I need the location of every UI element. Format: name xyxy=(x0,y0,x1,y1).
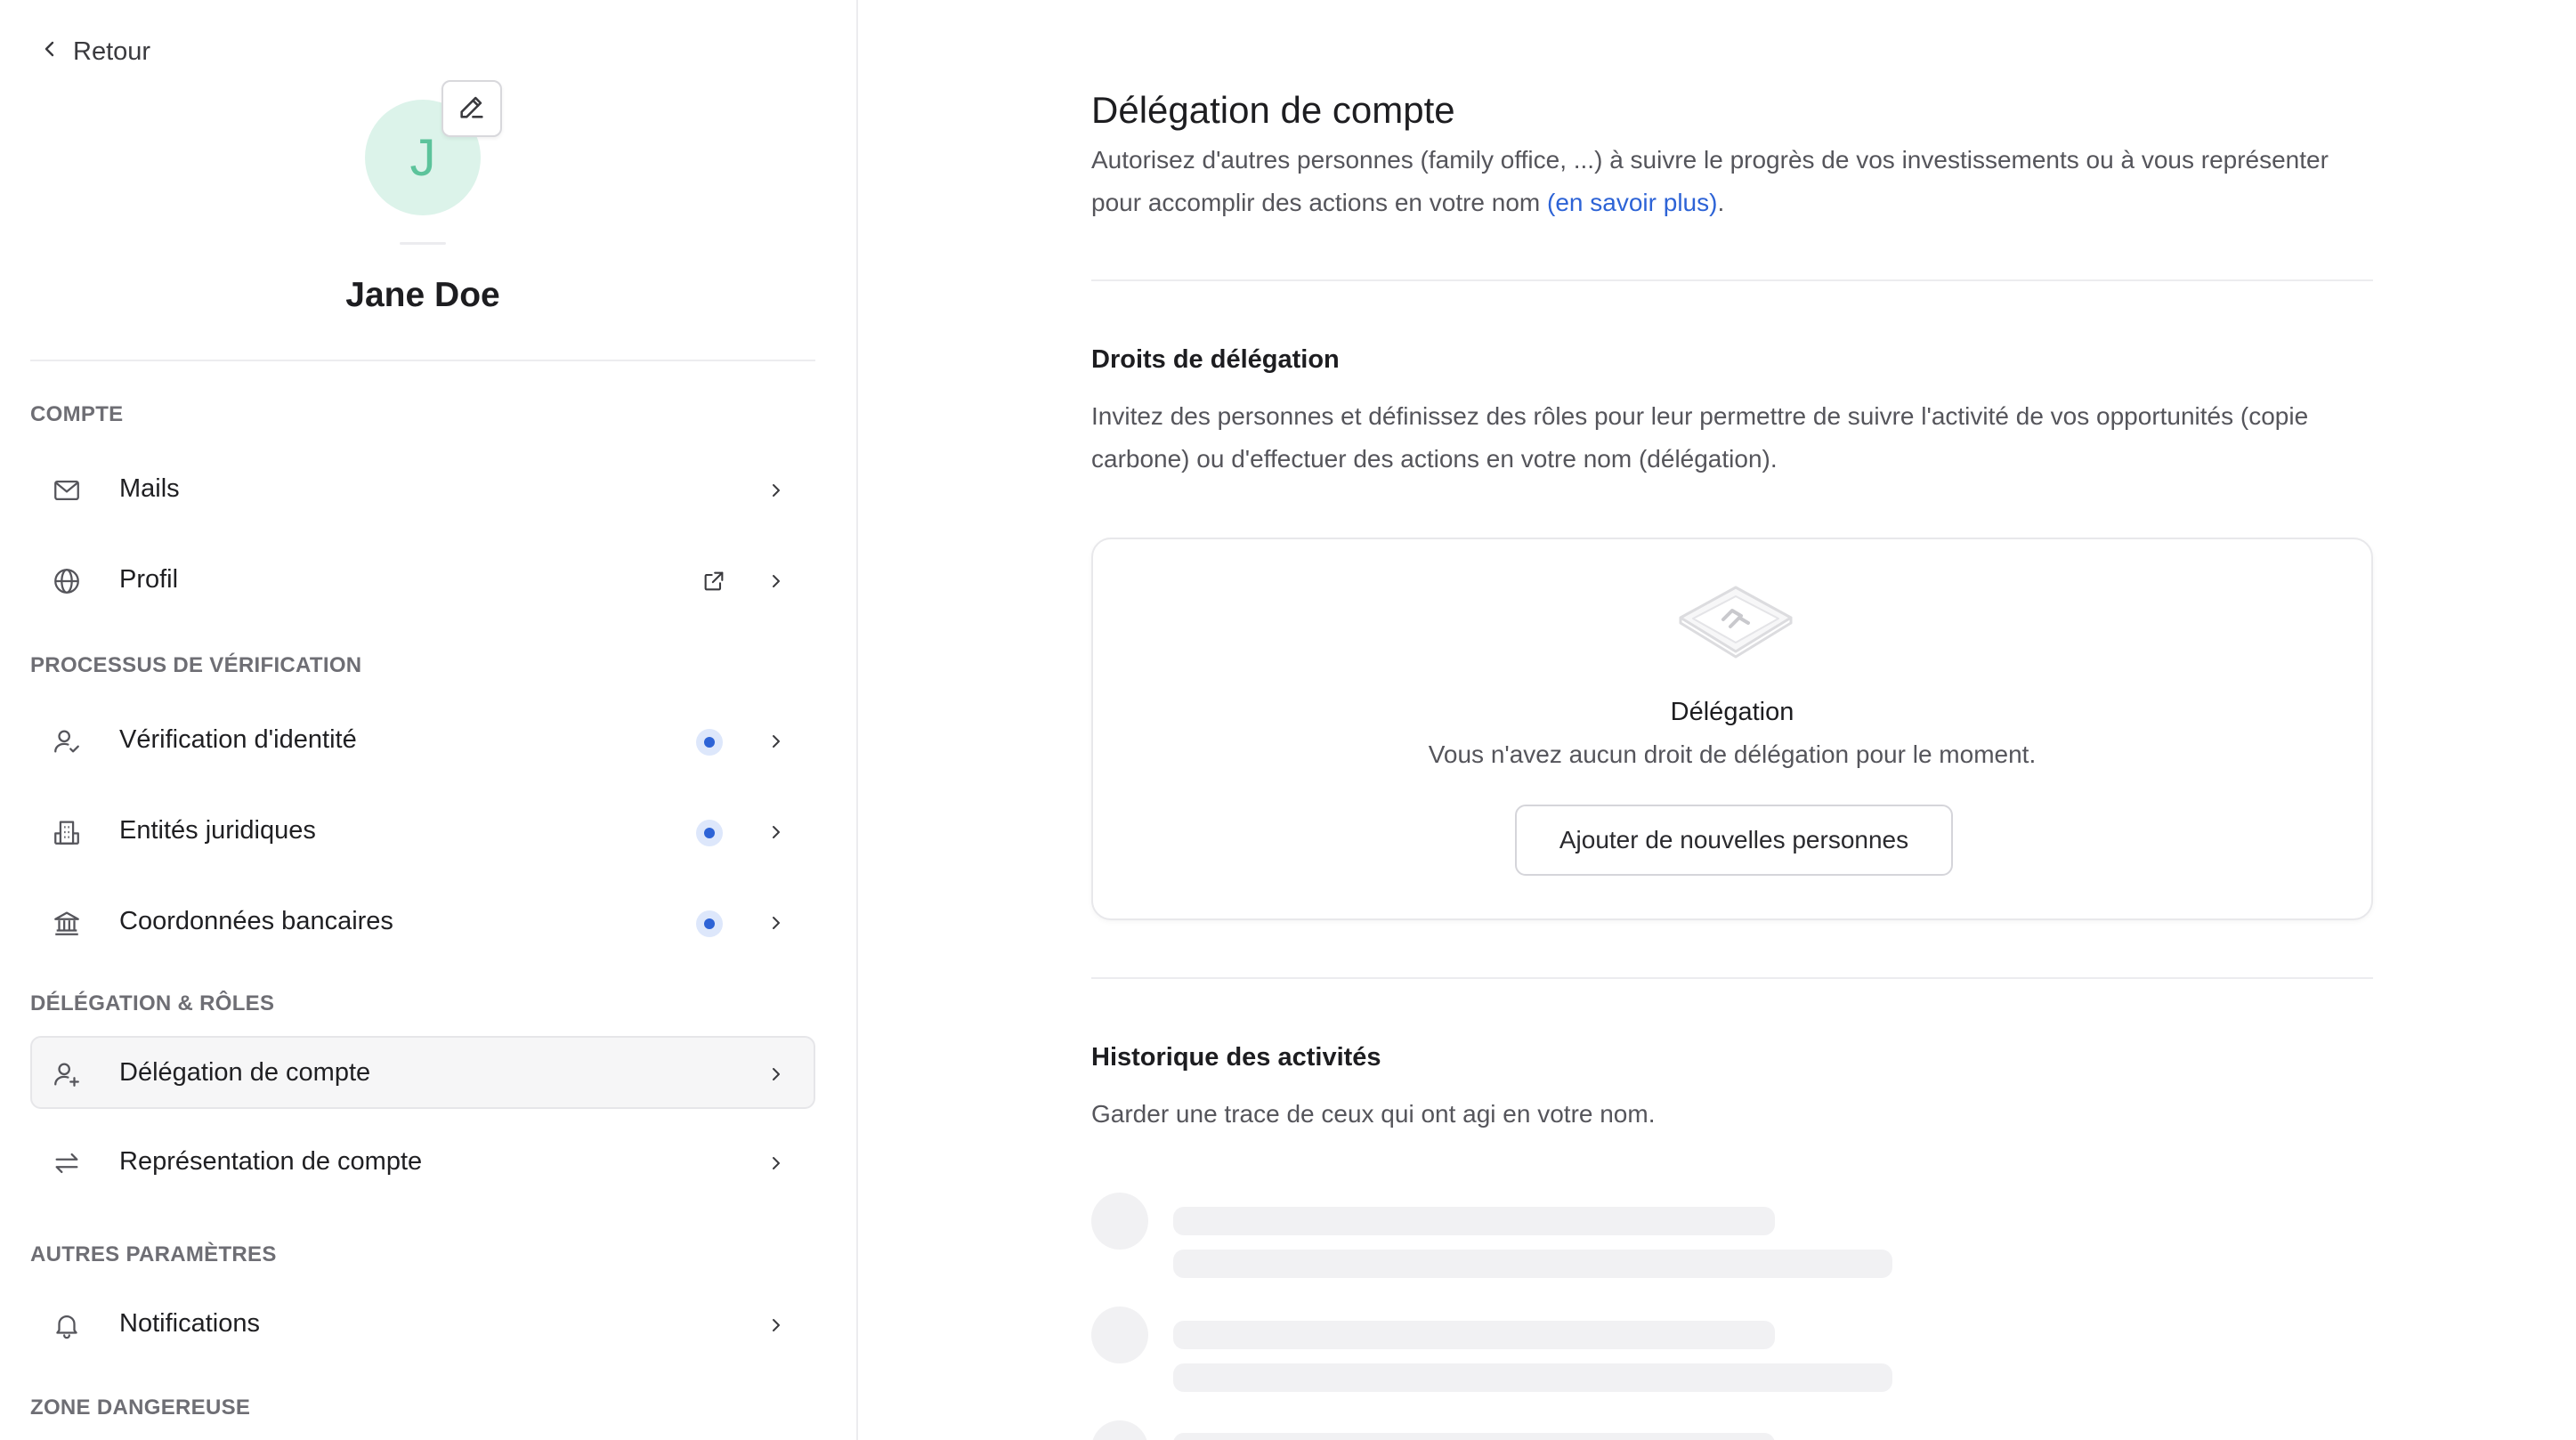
chevron-right-icon xyxy=(766,570,787,592)
avatar-container: J xyxy=(365,80,502,215)
bell-icon xyxy=(52,1310,82,1340)
skeleton-line xyxy=(1173,1207,1775,1235)
chevron-right-icon xyxy=(766,480,787,501)
section-label-other-settings: AUTRES PARAMÈTRES xyxy=(30,1242,277,1266)
add-people-button[interactable]: Ajouter de nouvelles personnes xyxy=(1515,805,1953,876)
delegation-empty-state: Délégation Vous n'avez aucun droit de dé… xyxy=(1091,538,2373,920)
sidebar-item-label: Coordonnées bancaires xyxy=(119,906,393,935)
arrows-swap-icon xyxy=(52,1148,82,1178)
chevron-right-icon xyxy=(766,731,787,752)
skeleton-line xyxy=(1173,1250,1892,1278)
globe-icon xyxy=(52,566,82,596)
chevron-right-icon xyxy=(766,1064,787,1085)
pencil-icon xyxy=(457,92,487,126)
sidebar-item-label: Délégation de compte xyxy=(119,1057,371,1087)
skeleton-line xyxy=(1173,1363,1892,1392)
sidebar-item-mails[interactable]: Mails xyxy=(30,452,815,525)
section-divider xyxy=(1091,279,2373,281)
section-divider xyxy=(1091,977,2373,979)
back-link[interactable]: Retour xyxy=(39,34,150,69)
sidebar-item-profil[interactable]: Profil xyxy=(30,543,815,616)
main-content: Délégation de compte Autorisez d'autres … xyxy=(860,0,2576,1440)
history-section-description: Garder une trace de ceux qui ont agi en … xyxy=(1091,1100,1656,1128)
user-name: Jane Doe xyxy=(345,276,500,314)
chevron-right-icon xyxy=(766,912,787,934)
building-icon xyxy=(52,817,82,847)
sidebar-item-label: Entités juridiques xyxy=(119,815,316,845)
sidebar-item-label: Représentation de compte xyxy=(119,1146,423,1176)
section-label-verification: PROCESSUS DE VÉRIFICATION xyxy=(30,653,362,677)
rights-section-title: Droits de délégation xyxy=(1091,345,1340,374)
skeleton-line xyxy=(1173,1433,1775,1440)
sidebar-item-label: Notifications xyxy=(119,1308,260,1338)
edit-avatar-button[interactable] xyxy=(441,80,502,137)
status-dot xyxy=(696,820,723,846)
history-section-title: Historique des activités xyxy=(1091,1043,1381,1072)
rights-section-description: Invitez des personnes et définissez des … xyxy=(1091,402,2309,473)
sidebar-item-label: Vérification d'identité xyxy=(119,724,357,754)
sidebar-item-label: Profil xyxy=(119,564,179,594)
page-title: Délégation de compte xyxy=(1091,89,1455,131)
section-label-account: COMPTE xyxy=(30,402,124,426)
learn-more-link[interactable]: (en savoir plus) xyxy=(1547,189,1717,216)
skeleton-avatar xyxy=(1091,1420,1148,1440)
sidebar-item-notifications[interactable]: Notifications xyxy=(30,1287,815,1360)
mail-icon xyxy=(52,475,82,506)
empty-state-description: Vous n'avez aucun droit de délégation po… xyxy=(1428,740,2037,768)
sidebar-item-identity-verification[interactable]: Vérification d'identité xyxy=(30,703,815,776)
sidebar-item-label: Mails xyxy=(119,473,180,503)
avatar-divider xyxy=(400,242,446,245)
skeleton-line xyxy=(1173,1321,1775,1349)
skeleton-avatar xyxy=(1091,1193,1148,1250)
empty-state-title: Délégation xyxy=(1670,698,1794,726)
delegation-illustration-icon xyxy=(1673,580,1798,660)
user-plus-icon xyxy=(52,1059,82,1089)
sidebar-item-account-delegation[interactable]: Délégation de compte xyxy=(30,1036,815,1109)
sidebar-item-legal-entities[interactable]: Entités juridiques xyxy=(30,794,815,867)
sidebar-divider xyxy=(30,360,815,361)
skeleton-avatar xyxy=(1091,1307,1148,1363)
page-description: Autorisez d'autres personnes (family off… xyxy=(1091,139,2373,224)
chevron-right-icon xyxy=(766,1315,787,1336)
back-label: Retour xyxy=(73,36,151,66)
settings-sidebar: Retour J Jane Doe COMPTE Mails Profil PR… xyxy=(0,0,858,1440)
chevron-left-icon xyxy=(39,37,61,67)
section-label-delegation: DÉLÉGATION & RÔLES xyxy=(30,991,275,1015)
sidebar-item-account-representation[interactable]: Représentation de compte xyxy=(30,1125,815,1198)
status-dot xyxy=(696,910,723,937)
status-dot xyxy=(696,729,723,756)
chevron-right-icon xyxy=(766,821,787,843)
page-description-end: . xyxy=(1717,189,1725,216)
section-label-danger-zone: ZONE DANGEREUSE xyxy=(30,1396,251,1420)
external-link-icon xyxy=(701,569,726,594)
sidebar-item-bank-details[interactable]: Coordonnées bancaires xyxy=(30,885,815,958)
chevron-right-icon xyxy=(766,1153,787,1174)
bank-icon xyxy=(52,908,82,938)
user-check-icon xyxy=(52,726,82,756)
